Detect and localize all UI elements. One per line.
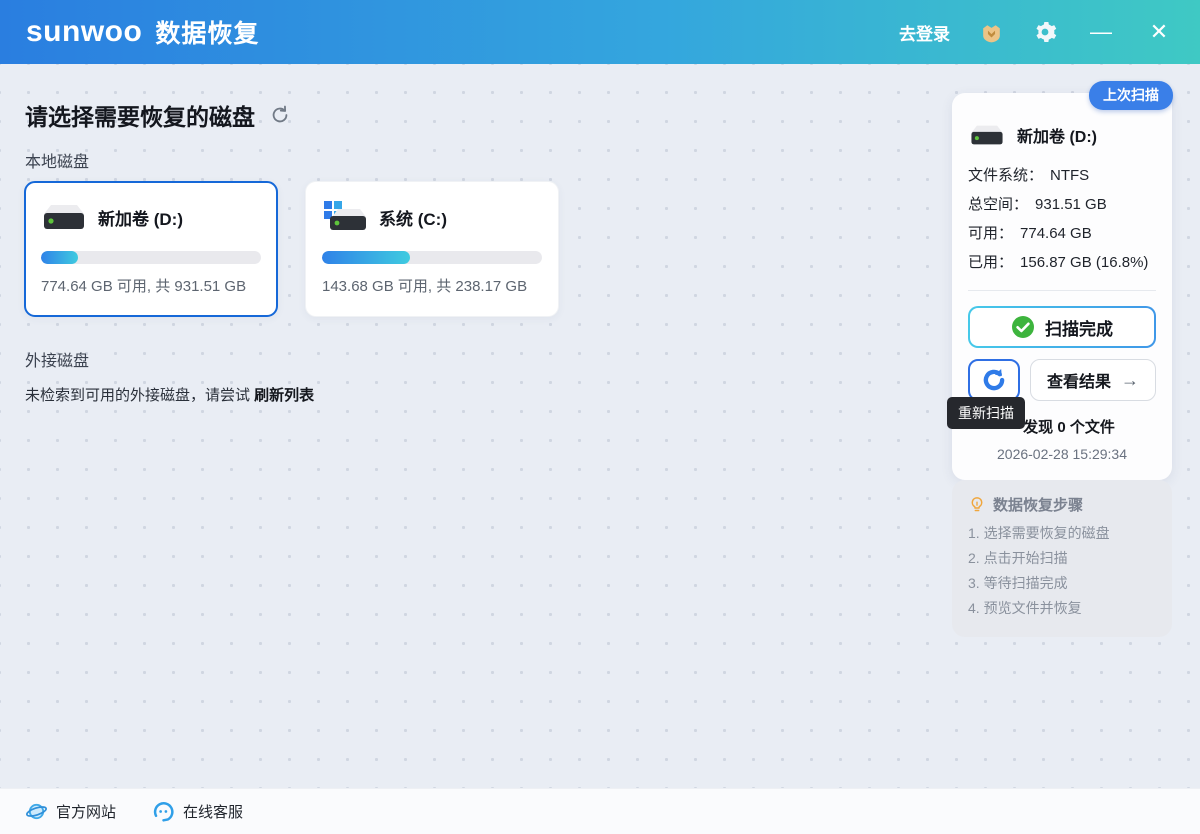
disk-card-c[interactable]: 系统 (C:) 143.68 GB 可用, 共 238.17 GB (305, 181, 559, 317)
lightbulb-icon (968, 496, 986, 514)
used-value: 156.87 GB (16.8%) (1020, 248, 1148, 277)
used-label: 已用： (968, 248, 1013, 277)
online-support-label: 在线客服 (183, 801, 243, 822)
app-name: 数据恢复 (155, 14, 259, 50)
customer-service-icon (152, 800, 175, 823)
total-value: 931.51 GB (1035, 190, 1107, 219)
fs-value: NTFS (1050, 161, 1089, 190)
total-label: 总空间： (968, 190, 1028, 219)
system-drive-windows-icon (322, 199, 368, 235)
minimize-button[interactable]: — (1086, 19, 1116, 45)
rescan-button[interactable] (968, 359, 1020, 401)
app-window: sunwoo 数据恢复 去登录 — ✕ 请选择需要恢复的磁盘 (0, 0, 1200, 834)
hard-drive-icon (968, 121, 1006, 149)
arrow-right-icon: → (1121, 370, 1139, 391)
step-item: 4. 预览文件并恢复 (968, 596, 1156, 621)
view-results-button[interactable]: 查看结果 → (1030, 359, 1156, 401)
steps-list: 1. 选择需要恢复的磁盘 2. 点击开始扫描 3. 等待扫描完成 4. 预览文件… (968, 521, 1156, 621)
disk-card-list: 新加卷 (D:) 774.64 GB 可用, 共 931.51 GB (24, 181, 559, 317)
disk-name: 系统 (C:) (379, 205, 447, 230)
view-results-label: 查看结果 (1047, 368, 1111, 392)
disk-usage-text: 143.68 GB 可用, 共 238.17 GB (322, 275, 542, 296)
scan-timestamp: 2026-02-28 15:29:34 (968, 446, 1156, 462)
disk-usage-bar (41, 251, 261, 264)
divider (968, 290, 1156, 291)
external-disks-empty-text: 未检索到可用的外接磁盘，请尝试 刷新列表 (25, 384, 314, 405)
local-disks-label: 本地磁盘 (25, 148, 89, 172)
disk-card-d[interactable]: 新加卷 (D:) 774.64 GB 可用, 共 931.51 GB (24, 181, 278, 317)
refresh-list-link[interactable]: 刷新列表 (254, 387, 314, 404)
check-circle-icon (1011, 315, 1035, 339)
external-disks-label: 外接磁盘 (25, 347, 89, 371)
online-support-link[interactable]: 在线客服 (152, 800, 243, 823)
step-item: 3. 等待扫描完成 (968, 571, 1156, 596)
footer-bar: 官方网站 在线客服 (0, 788, 1200, 834)
main-area: 请选择需要恢复的磁盘 本地磁盘 (0, 64, 1200, 788)
hard-drive-icon (41, 199, 87, 235)
vip-badge-icon[interactable] (978, 19, 1004, 45)
planet-icon (25, 800, 48, 823)
disk-usage-text: 774.64 GB 可用, 共 931.51 GB (41, 275, 261, 296)
disk-name: 新加卷 (D:) (98, 205, 183, 230)
fs-label: 文件系统： (968, 161, 1043, 190)
scan-complete-label: 扫描完成 (1045, 315, 1113, 340)
disk-usage-bar (322, 251, 542, 264)
step-item: 2. 点击开始扫描 (968, 546, 1156, 571)
page-title: 请选择需要恢复的磁盘 (25, 98, 255, 132)
free-label: 可用： (968, 219, 1013, 248)
titlebar: sunwoo 数据恢复 去登录 — ✕ (0, 0, 1200, 64)
refresh-disks-icon[interactable] (269, 104, 291, 126)
step-item: 1. 选择需要恢复的磁盘 (968, 521, 1156, 546)
scan-disk-info: 文件系统：NTFS 总空间：931.51 GB 可用：774.64 GB 已用：… (968, 161, 1156, 277)
last-scan-panel: 上次扫描 新加卷 (D:) 文件系统：NTFS 总空间：931.51 GB 可用… (952, 93, 1172, 480)
external-empty-message: 未检索到可用的外接磁盘，请尝试 (25, 387, 254, 404)
official-website-link[interactable]: 官方网站 (25, 800, 116, 823)
disk-usage-fill (41, 251, 78, 264)
disk-usage-fill (322, 251, 410, 264)
scan-complete-button[interactable]: 扫描完成 (968, 306, 1156, 348)
rescan-tooltip: 重新扫描 (947, 397, 1025, 429)
recovery-steps-panel: 数据恢复步骤 1. 选择需要恢复的磁盘 2. 点击开始扫描 3. 等待扫描完成 … (952, 480, 1172, 637)
official-website-label: 官方网站 (56, 801, 116, 822)
app-logo: sunwoo (26, 15, 142, 49)
scan-disk-name: 新加卷 (D:) (1017, 123, 1097, 147)
steps-title: 数据恢复步骤 (993, 494, 1083, 515)
settings-gear-icon[interactable] (1032, 19, 1058, 45)
last-scan-badge: 上次扫描 (1089, 81, 1173, 110)
rescan-icon (981, 367, 1007, 393)
close-button[interactable]: ✕ (1144, 19, 1174, 45)
login-button[interactable]: 去登录 (899, 20, 950, 45)
free-value: 774.64 GB (1020, 219, 1092, 248)
